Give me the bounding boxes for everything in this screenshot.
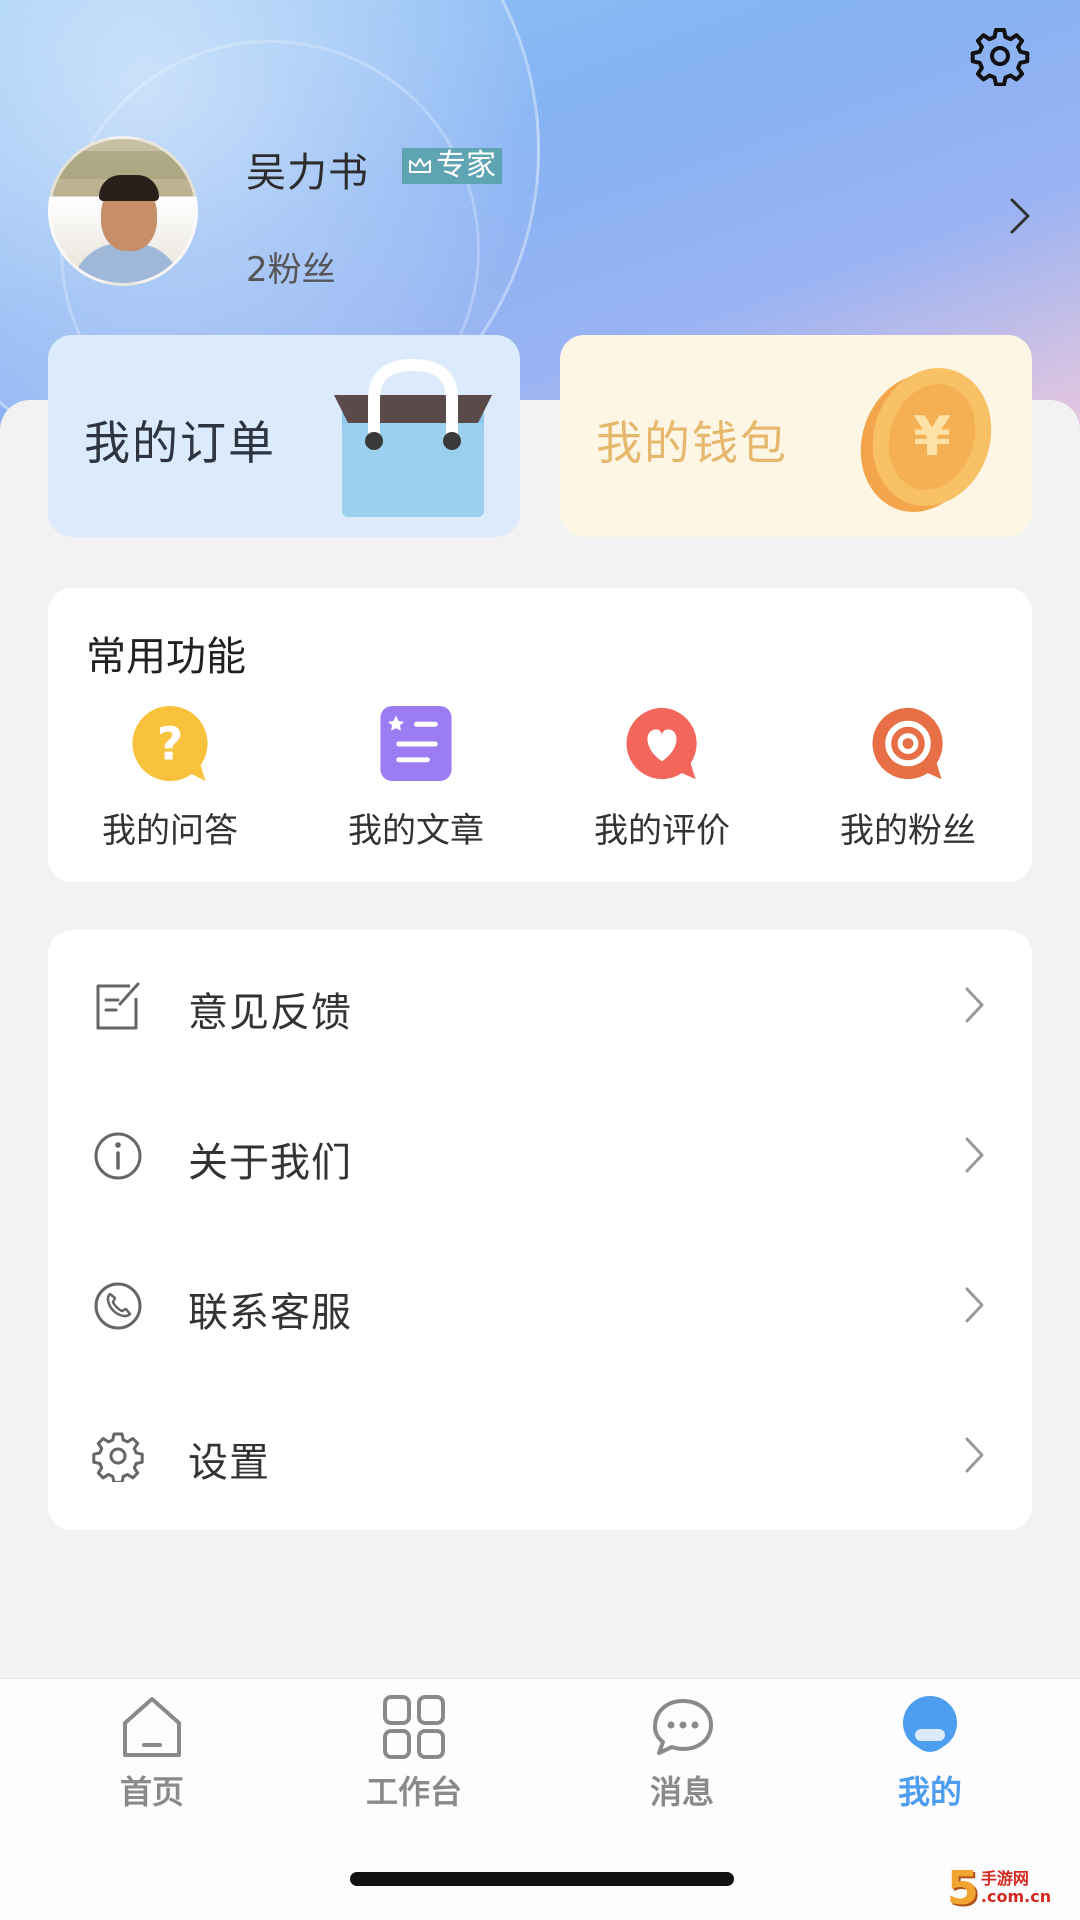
- grid-icon: [383, 1695, 445, 1759]
- my-orders-card[interactable]: 我的订单: [48, 335, 520, 537]
- watermark-number: 5: [946, 1861, 979, 1915]
- func-label: 我的粉丝: [840, 811, 976, 851]
- menu-label: 意见反馈: [188, 990, 352, 1036]
- menu-label: 联系客服: [188, 1290, 352, 1336]
- profile-chevron-right-icon[interactable]: [1008, 196, 1034, 236]
- tab-mine[interactable]: 我的: [830, 1693, 1030, 1833]
- tab-label: 工作台: [365, 1773, 462, 1811]
- common-functions-title: 常用功能: [86, 634, 246, 680]
- func-my-reviews[interactable]: 我的评价: [562, 702, 762, 852]
- feedback-icon: [96, 982, 140, 1030]
- func-my-qa[interactable]: ? 我的问答: [70, 702, 270, 852]
- func-my-articles[interactable]: 我的文章: [316, 702, 516, 852]
- svg-text:?: ?: [157, 717, 183, 770]
- home-indicator: [350, 1872, 734, 1886]
- menu-item-feedback[interactable]: 意见反馈: [48, 930, 1032, 1080]
- tab-workbench[interactable]: 工作台: [314, 1693, 514, 1833]
- func-label: 我的评价: [594, 811, 730, 851]
- settings-gear-icon[interactable]: [970, 26, 1030, 86]
- crown-icon: [409, 158, 431, 173]
- menu-item-contact-support[interactable]: 联系客服: [48, 1230, 1032, 1380]
- watermark-line2: .com.cn: [980, 1887, 1052, 1906]
- common-functions-card: 常用功能 ? 我的问答 我的文章 我的评价 我的粉丝: [48, 588, 1032, 882]
- shopping-bag-icon: [334, 359, 492, 517]
- menu-item-about[interactable]: 关于我们: [48, 1080, 1032, 1230]
- tab-label: 消息: [649, 1773, 714, 1811]
- info-icon: [94, 1132, 142, 1180]
- article-icon: [380, 705, 452, 782]
- my-wallet-card[interactable]: 我的钱包 ¥: [560, 335, 1032, 537]
- user-name[interactable]: 吴力书: [246, 140, 369, 198]
- func-label: 我的文章: [348, 811, 484, 851]
- func-label: 我的问答: [102, 811, 238, 851]
- badge-label: 专家: [436, 148, 496, 183]
- coin-symbol: ¥: [913, 405, 951, 468]
- phone-icon: [94, 1282, 142, 1330]
- menu-list: 意见反馈 关于我们 联系客服 设置: [48, 930, 1032, 1530]
- home-icon: [123, 1697, 181, 1757]
- tab-messages[interactable]: 消息: [582, 1693, 782, 1833]
- chevron-right-icon: [965, 1137, 984, 1173]
- my-wallet-label: 我的钱包: [596, 416, 788, 470]
- my-orders-label: 我的订单: [84, 416, 276, 470]
- question-icon: ?: [132, 705, 208, 782]
- func-my-fans[interactable]: 我的粉丝: [808, 702, 1008, 852]
- watermark-line1: 手游网: [980, 1869, 1029, 1888]
- heart-chat-icon: [626, 707, 697, 780]
- tab-label: 我的: [897, 1773, 962, 1811]
- expert-badge: 专家: [402, 148, 502, 184]
- profile-icon: [903, 1696, 957, 1752]
- coin-icon: ¥: [860, 368, 992, 512]
- site-watermark: 5 手游网 .com.cn: [924, 1860, 1074, 1916]
- tab-label: 首页: [119, 1773, 184, 1811]
- target-icon: [872, 707, 943, 780]
- menu-label: 设置: [188, 1440, 270, 1486]
- avatar[interactable]: [48, 136, 198, 286]
- chat-icon: [653, 1699, 713, 1755]
- gear-icon: [92, 1432, 144, 1482]
- chevron-right-icon: [965, 1437, 984, 1473]
- menu-label: 关于我们: [188, 1140, 352, 1186]
- fans-count[interactable]: 2粉丝: [246, 242, 336, 291]
- chevron-right-icon: [965, 987, 984, 1023]
- chevron-right-icon: [965, 1287, 984, 1323]
- menu-item-settings[interactable]: 设置: [48, 1380, 1032, 1530]
- tab-home[interactable]: 首页: [52, 1693, 252, 1833]
